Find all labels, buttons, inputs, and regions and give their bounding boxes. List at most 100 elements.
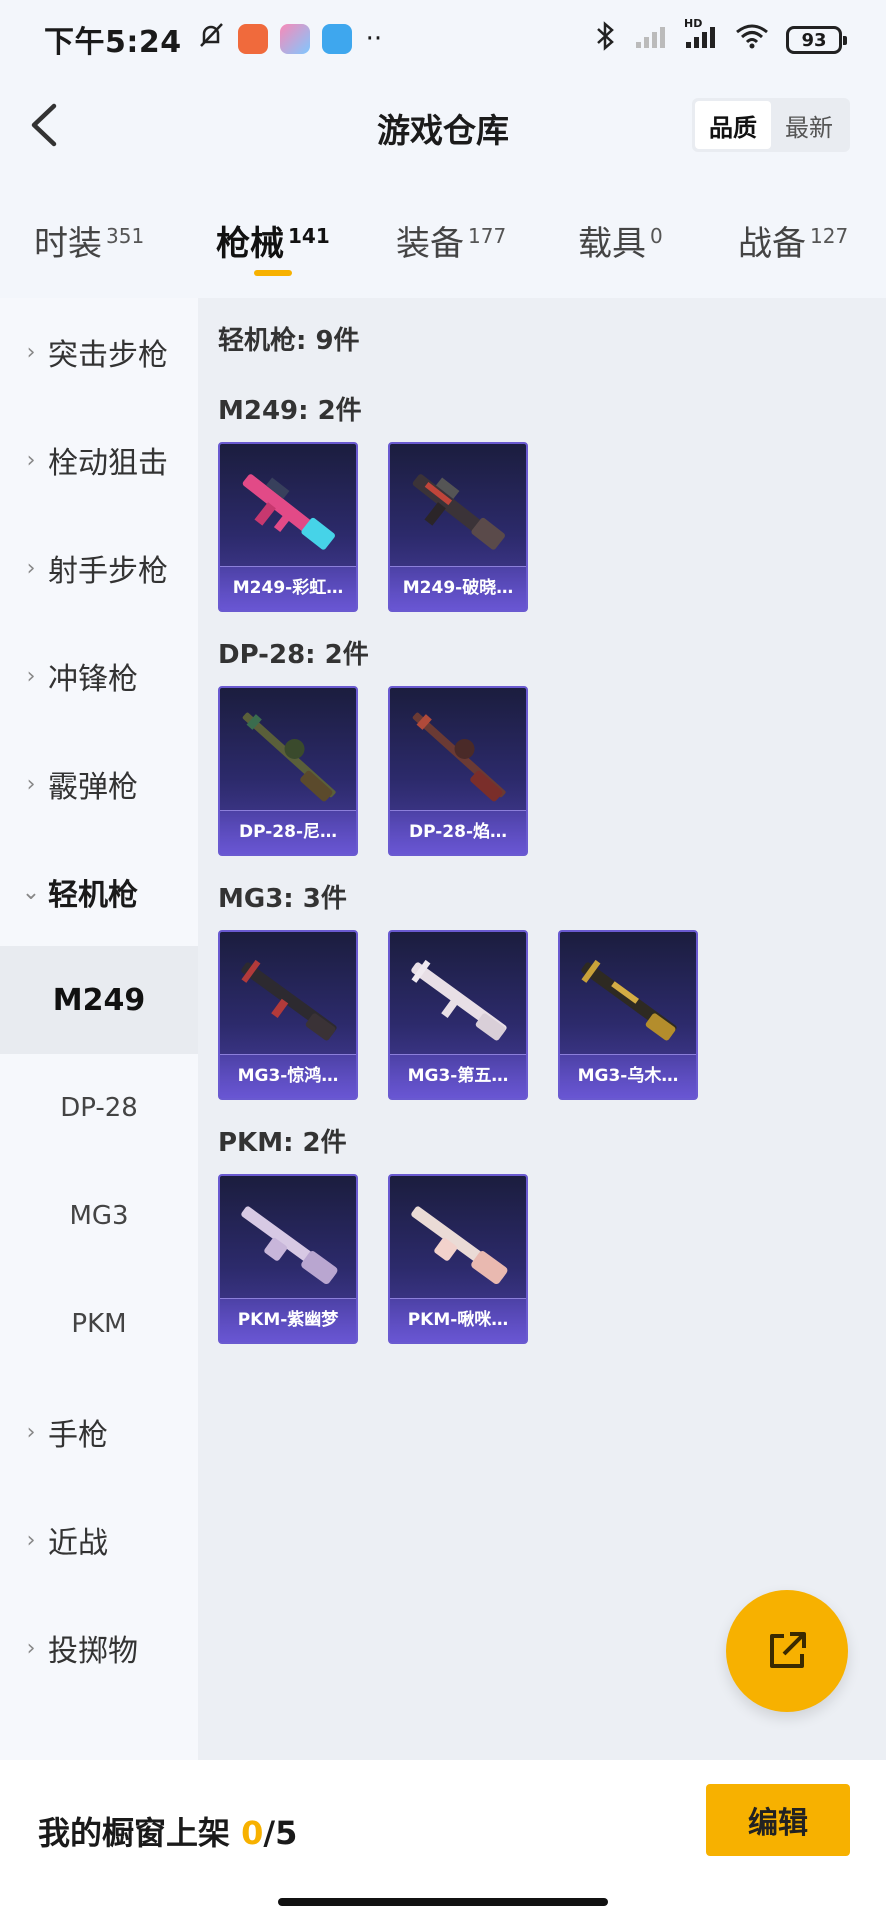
edit-button[interactable]: 编辑	[706, 1784, 850, 1856]
sidebar-item-label: 近战	[48, 1526, 108, 1561]
item-name: MG3-第五…	[390, 1054, 526, 1098]
game-app-icon	[279, 24, 310, 54]
showcase-shelf-status: 我的橱窗上架 0/5	[38, 1808, 297, 1854]
item-card[interactable]: MG3-惊鸿…	[218, 930, 358, 1100]
tab-guns[interactable]: 枪械 141	[216, 216, 330, 265]
sort-latest-option[interactable]: 最新	[771, 101, 847, 149]
sidebar-item-smg[interactable]: › 冲锋枪	[0, 622, 198, 730]
sort-toggle[interactable]: 品质 最新	[692, 98, 850, 152]
chevron-down-icon: ⌄	[21, 879, 41, 905]
sort-quality-option[interactable]: 品质	[695, 101, 771, 149]
item-name: PKM-紫幽梦	[220, 1298, 356, 1342]
sidebar-sub-m249[interactable]: M249	[0, 946, 198, 1054]
tab-count: 141	[288, 223, 330, 248]
item-name: MG3-乌木…	[560, 1054, 696, 1098]
sidebar-item-label: 突击步枪	[48, 338, 168, 373]
sidebar-item-lmg[interactable]: ⌄ 轻机枪	[0, 838, 198, 946]
app-notification-icon	[237, 24, 268, 54]
item-card[interactable]: DP-28-焰…	[388, 686, 528, 856]
group-title-m249: M249: 2件	[218, 396, 362, 426]
tab-supplies[interactable]: 战备 127	[738, 216, 848, 265]
signal-weak-icon	[634, 23, 668, 58]
share-external-icon	[770, 1632, 806, 1668]
category-sidebar: › 突击步枪 › 栓动狙击 › 射手步枪 › 冲锋枪 › 霰弹枪 ⌄ 轻机枪 M249 DP…	[0, 298, 198, 1760]
sidebar-item-label: 投掷物	[48, 1634, 138, 1669]
chevron-right-icon: ›	[26, 663, 36, 689]
chevron-right-icon: ›	[26, 1527, 36, 1553]
tab-label: 时装	[34, 224, 102, 264]
shelf-current-count: 0	[241, 1814, 264, 1852]
sidebar-item-label: 栓动狙击	[48, 446, 168, 481]
sidebar-item-melee[interactable]: › 近战	[0, 1486, 198, 1594]
sidebar-sub-pkm[interactable]: PKM	[0, 1270, 198, 1378]
sidebar-item-label: 冲锋枪	[48, 662, 138, 697]
chevron-right-icon: ›	[26, 555, 36, 581]
item-card[interactable]: MG3-第五…	[388, 930, 528, 1100]
sidebar-sub-dp28[interactable]: DP-28	[0, 1054, 198, 1162]
sidebar-item-label: 射手步枪	[48, 554, 168, 589]
sidebar-item-bolt-sniper[interactable]: › 栓动狙击	[0, 406, 198, 514]
sidebar-sub-mg3[interactable]: MG3	[0, 1162, 198, 1270]
sidebar-item-shotgun[interactable]: › 霰弹枪	[0, 730, 198, 838]
item-name: M249-破晓…	[390, 566, 526, 610]
chevron-right-icon: ›	[26, 1419, 36, 1445]
item-card[interactable]: DP-28-尼…	[218, 686, 358, 856]
home-indicator[interactable]	[278, 1898, 608, 1906]
tab-count: 0	[650, 223, 663, 248]
item-name: DP-28-尼…	[220, 810, 356, 854]
gun-skin-icon	[411, 1206, 508, 1285]
group-title-dp28: DP-28: 2件	[218, 640, 369, 670]
group-title-pkm: PKM: 2件	[218, 1128, 347, 1158]
gun-skin-icon	[242, 474, 335, 550]
item-name: MG3-惊鸿…	[220, 1054, 356, 1098]
sidebar-item-assault-rifle[interactable]: › 突击步枪	[0, 298, 198, 406]
tab-label: 装备	[396, 224, 464, 264]
sidebar-item-pistol[interactable]: › 手枪	[0, 1378, 198, 1486]
item-card[interactable]: PKM-紫幽梦	[218, 1174, 358, 1344]
tab-equipment[interactable]: 装备 177	[396, 216, 506, 265]
status-time: 下午5:24	[44, 25, 182, 60]
total-count-label: 轻机枪: 9件	[218, 326, 360, 356]
gun-skin-icon	[411, 959, 507, 1041]
tab-count: 351	[106, 223, 145, 248]
gun-skin-icon	[412, 712, 506, 802]
sidebar-item-label: 手枪	[48, 1418, 108, 1453]
chevron-right-icon: ›	[26, 339, 36, 365]
chevron-right-icon: ›	[26, 771, 36, 797]
network-type-label: HD	[684, 16, 703, 30]
item-name: PKM-啾咪…	[390, 1298, 526, 1342]
item-card[interactable]: M249-彩虹…	[218, 442, 358, 612]
wallet-app-icon	[321, 24, 352, 54]
item-card[interactable]: M249-破晓…	[388, 442, 528, 612]
tab-fashion[interactable]: 时装 351	[34, 216, 144, 265]
item-name: M249-彩虹…	[220, 566, 356, 610]
mute-icon	[196, 20, 226, 58]
chevron-right-icon: ›	[26, 1635, 36, 1661]
group-title-mg3: MG3: 3件	[218, 884, 347, 914]
item-grid-area: 轻机枪: 9件 M249: 2件 M249-彩虹… M249-破晓… DP-28…	[198, 298, 886, 1760]
tab-vehicles[interactable]: 载具 0	[578, 216, 663, 265]
tab-count: 127	[810, 223, 849, 248]
gun-skin-icon	[241, 1206, 338, 1285]
wifi-icon	[734, 22, 770, 58]
signal-hd-icon: HD	[684, 17, 718, 58]
gun-skin-icon	[412, 474, 505, 550]
share-fab-button[interactable]	[726, 1590, 848, 1712]
bottom-bar: 我的橱窗上架 0/5 编辑	[0, 1760, 886, 1920]
header: 游戏仓库 品质 最新	[0, 78, 886, 174]
sidebar-item-label: 霰弹枪	[48, 770, 138, 805]
item-card[interactable]: PKM-啾咪…	[388, 1174, 528, 1344]
tab-label: 枪械	[216, 224, 284, 264]
bluetooth-icon	[594, 20, 618, 60]
category-tabs: 时装 351 枪械 141 装备 177 载具 0 战备 127	[0, 200, 886, 290]
battery-indicator: 93	[786, 26, 847, 54]
sidebar-item-throwable[interactable]: › 投掷物	[0, 1594, 198, 1702]
gun-skin-icon	[241, 959, 337, 1041]
active-tab-indicator	[254, 270, 292, 276]
gun-skin-icon	[581, 959, 677, 1041]
item-card[interactable]: MG3-乌木…	[558, 930, 698, 1100]
tab-label: 载具	[578, 224, 646, 264]
gun-skin-icon	[242, 712, 336, 802]
sidebar-item-marksman-rifle[interactable]: › 射手步枪	[0, 514, 198, 622]
shelf-total: /5	[263, 1814, 298, 1852]
